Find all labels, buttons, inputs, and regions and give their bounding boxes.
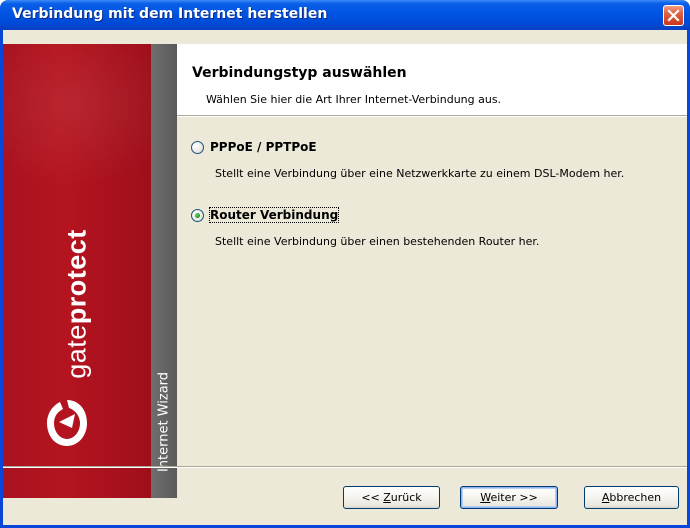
page-title: Verbindungstyp auswählen (192, 65, 407, 81)
close-button[interactable] (663, 5, 684, 26)
brand-name-light: gate (61, 324, 92, 379)
close-icon (667, 9, 680, 22)
next-button-rest: eiter >> (490, 491, 538, 504)
option-router-description: Stellt eine Verbindung über einen besteh… (215, 235, 540, 248)
next-button-mnemonic: W (480, 491, 491, 504)
cancel-button-label: Abbrechen (602, 491, 661, 504)
next-button-label: Weiter >> (480, 491, 538, 504)
wizard-label: Internet Wizard (156, 371, 172, 473)
option-pppoe-label[interactable]: PPPoE / PPTPoE (210, 140, 317, 154)
radio-router[interactable] (191, 209, 204, 222)
radio-pppoe[interactable] (191, 141, 204, 154)
back-button-prefix: << (361, 491, 384, 504)
back-button-rest: urück (390, 491, 422, 504)
window-title: Verbindung mit dem Internet herstellen (12, 6, 328, 22)
footer-divider (3, 466, 687, 468)
back-button-label: << Zurück (361, 491, 421, 504)
wizard-client-area: gateprotect Internet Wizard Verbindungst… (3, 30, 687, 525)
wizard-window: Verbindung mit dem Internet herstellen g… (0, 0, 690, 528)
brand-wordmark: gateprotect (62, 229, 93, 379)
back-button[interactable]: << Zurück (343, 486, 440, 509)
cancel-button[interactable]: Abbrechen (584, 486, 679, 509)
wizard-header: Verbindungstyp auswählen Wählen Sie hier… (177, 44, 687, 115)
option-router-label[interactable]: Router Verbindung (208, 207, 340, 223)
gateprotect-logo-icon (47, 400, 87, 446)
page-subtitle: Wählen Sie hier die Art Ihrer Internet-V… (206, 93, 502, 106)
title-bar[interactable]: Verbindung mit dem Internet herstellen (0, 0, 690, 30)
back-button-mnemonic: Z (383, 491, 391, 504)
header-divider (177, 115, 687, 117)
radio-selected-dot (195, 213, 200, 218)
option-pppoe-description: Stellt eine Verbindung über eine Netzwer… (215, 167, 625, 180)
next-button[interactable]: Weiter >> (460, 486, 558, 509)
cancel-button-rest: bbrechen (609, 491, 662, 504)
brand-name-bold: protect (61, 229, 92, 325)
brand-panel: gateprotect (3, 44, 151, 498)
